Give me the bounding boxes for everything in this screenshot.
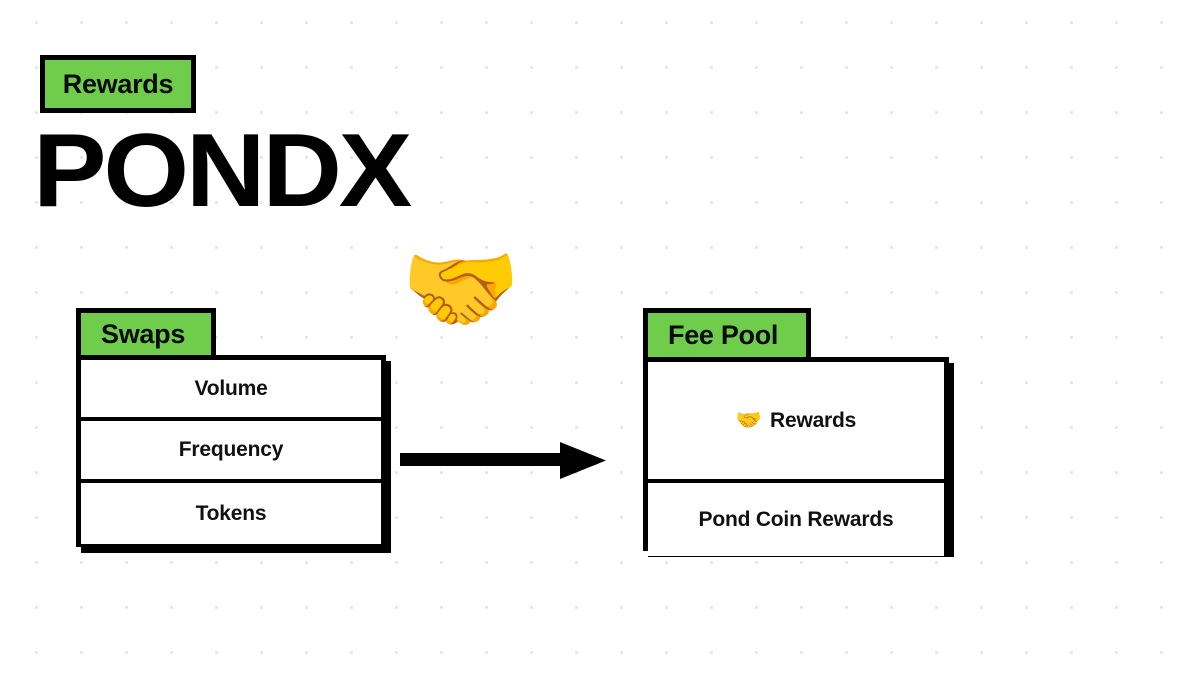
swaps-card-tab-label: Swaps [101, 318, 186, 349]
swaps-card-body: Volume Frequency Tokens [76, 355, 386, 547]
swaps-row-tokens-label: Tokens [195, 501, 267, 525]
swaps-row-tokens: Tokens [81, 482, 381, 544]
arrow-right-icon [400, 442, 606, 479]
handshake-emoji: 🤝 [401, 236, 521, 343]
swaps-row-frequency-label: Frequency [178, 438, 284, 462]
brand-logo: PONDX 🤝 [33, 113, 553, 338]
swaps-row-frequency: Frequency [81, 421, 381, 483]
flow-arrow [400, 440, 610, 482]
fee-pool-card-tab: Fee Pool [643, 308, 811, 362]
swaps-card: Swaps Volume Frequency Tokens [76, 308, 386, 547]
handshake-emoji: 🤝 [735, 409, 762, 432]
brand-wordmark: PONDX [33, 113, 412, 229]
fee-pool-row-rewards: 🤝 Rewards [648, 362, 944, 483]
swaps-card-tab: Swaps [76, 308, 216, 360]
diagram-canvas: Rewards PONDX 🤝 Swaps Volume Frequency T… [0, 0, 1200, 674]
fee-pool-row-pond-coin-rewards: Pond Coin Rewards [648, 483, 944, 556]
fee-pool-card: Fee Pool 🤝 Rewards Pond Coin Rewards [643, 308, 949, 556]
rewards-badge: Rewards [40, 55, 196, 113]
rewards-badge-label: Rewards [62, 68, 174, 99]
fee-pool-card-body: 🤝 Rewards Pond Coin Rewards [643, 357, 949, 556]
fee-pool-row-rewards-label: Rewards [770, 409, 857, 432]
fee-pool-row-pond-coin-rewards-label: Pond Coin Rewards [698, 508, 894, 531]
swaps-row-volume-label: Volume [194, 377, 268, 401]
swaps-row-volume: Volume [81, 360, 381, 422]
fee-pool-card-tab-label: Fee Pool [668, 319, 779, 350]
